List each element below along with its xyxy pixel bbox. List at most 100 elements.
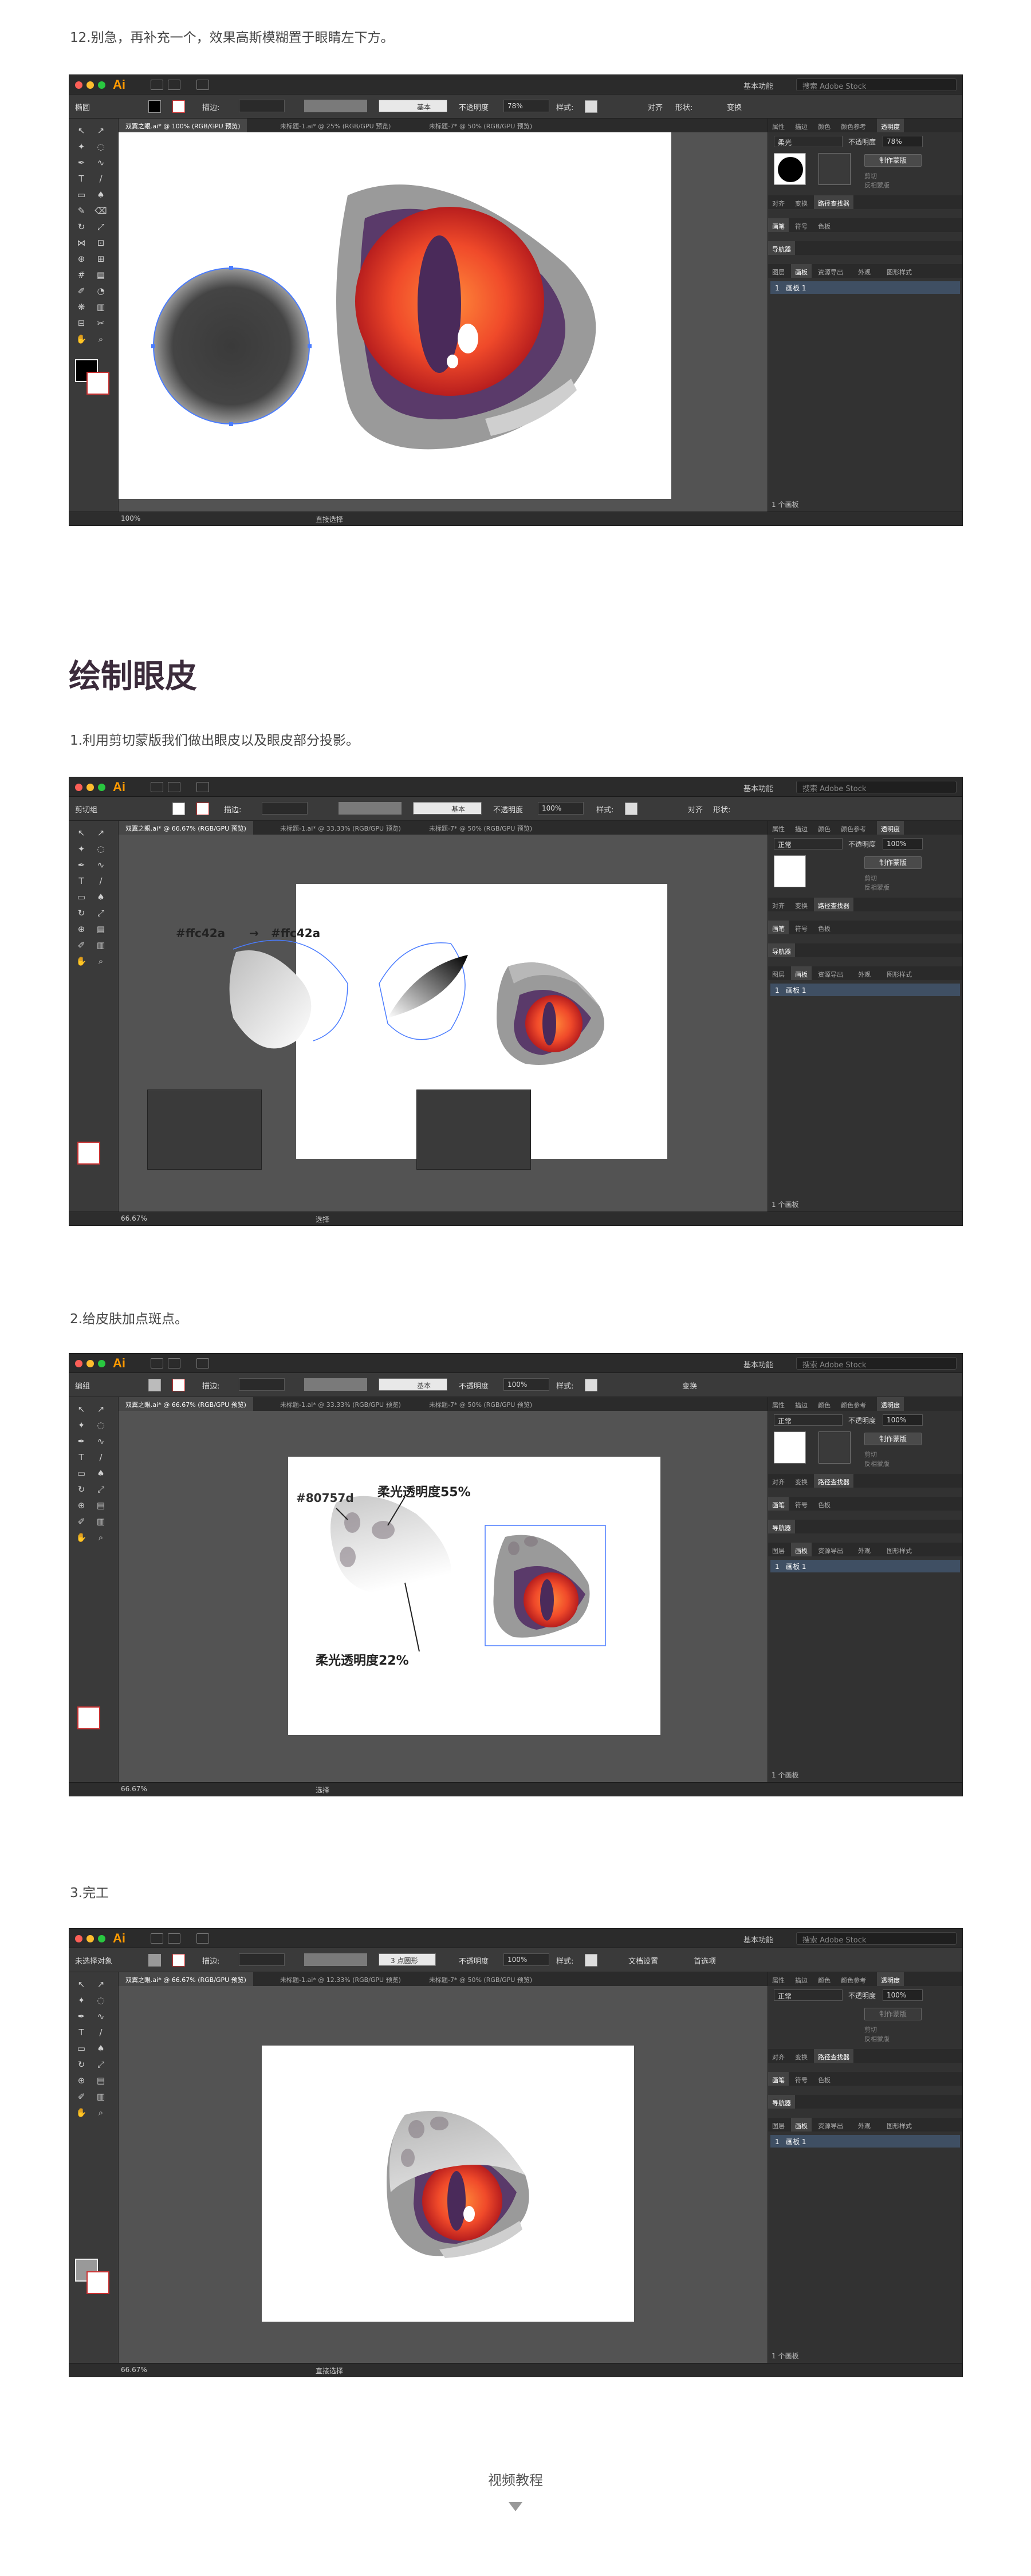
type-tool-icon[interactable]: T bbox=[75, 2026, 88, 2039]
stock-icon[interactable] bbox=[168, 1358, 180, 1368]
tab-pathfinder[interactable]: 路径查找器 bbox=[814, 2049, 853, 2063]
selection-tool-icon[interactable]: ↖ bbox=[75, 1403, 88, 1415]
artboard-row[interactable]: 1 画板 1 bbox=[770, 1560, 960, 1572]
make-mask-button[interactable]: 制作蒙版 bbox=[864, 154, 922, 167]
tab-pathfinder[interactable]: 路径查找器 bbox=[814, 1474, 853, 1488]
workspace-switcher[interactable]: 基本功能 bbox=[743, 782, 773, 793]
artboard[interactable] bbox=[119, 132, 671, 499]
stroke-weight-field[interactable] bbox=[239, 1378, 285, 1391]
tab-stroke[interactable]: 描边 bbox=[791, 119, 812, 132]
tab-align[interactable]: 对齐 bbox=[768, 195, 789, 209]
tab-asset-export[interactable]: 资源导出 bbox=[814, 1543, 847, 1556]
tab-navigator[interactable]: 导航器 bbox=[768, 2095, 795, 2109]
doc-tab-3[interactable]: 未标题-7* @ 50% (RGB/GPU 预览) bbox=[422, 1397, 539, 1411]
tab-properties[interactable]: 属性 bbox=[768, 821, 789, 835]
direct-selection-tool-icon[interactable]: ↗ bbox=[95, 124, 107, 137]
stock-icon[interactable] bbox=[168, 782, 180, 792]
clip-checkbox[interactable]: 剪切 bbox=[864, 171, 877, 180]
tab-transparency[interactable]: 透明度 bbox=[877, 1397, 904, 1411]
canvas[interactable] bbox=[119, 132, 768, 512]
blend-tool-icon[interactable]: ◔ bbox=[95, 285, 107, 297]
artboard-tool-icon[interactable]: ⊟ bbox=[75, 317, 88, 329]
anchor-point[interactable] bbox=[151, 344, 155, 348]
tab-graphic-styles[interactable]: 图形样式 bbox=[883, 966, 916, 980]
tab-navigator[interactable]: 导航器 bbox=[768, 241, 795, 255]
stroke-color-icon[interactable] bbox=[77, 1706, 100, 1729]
paintbrush-tool-icon[interactable]: ♠ bbox=[95, 891, 107, 903]
rectangle-tool-icon[interactable]: ▭ bbox=[75, 188, 88, 201]
tab-brushes[interactable]: 画笔 bbox=[768, 2072, 789, 2086]
magic-wand-tool-icon[interactable]: ✦ bbox=[75, 843, 88, 855]
style-swatch[interactable] bbox=[585, 1379, 597, 1391]
stroke-color-icon[interactable] bbox=[86, 372, 109, 395]
fill-swatch[interactable] bbox=[148, 100, 161, 113]
graph-tool-icon[interactable]: ▥ bbox=[95, 2090, 107, 2103]
doc-tab-2[interactable]: 未标题-1.ai* @ 33.33% (RGB/GPU 预览) bbox=[273, 1397, 408, 1411]
paintbrush-tool-icon[interactable]: ♠ bbox=[95, 188, 107, 201]
minimize-window-button[interactable] bbox=[86, 1360, 94, 1367]
rectangle-tool-icon[interactable]: ▭ bbox=[75, 2042, 88, 2055]
canvas[interactable] bbox=[119, 1986, 768, 2363]
tab-navigator[interactable]: 导航器 bbox=[768, 1520, 795, 1533]
tab-brushes[interactable]: 画笔 bbox=[768, 218, 789, 232]
tab-color-guide[interactable]: 颜色参考 bbox=[837, 821, 870, 835]
stroke-color-icon[interactable] bbox=[77, 1142, 100, 1165]
tab-artboards[interactable]: 画板 bbox=[791, 264, 812, 278]
transform-button[interactable]: 变换 bbox=[682, 1380, 697, 1391]
doc-tab-3[interactable]: 未标题-7* @ 50% (RGB/GPU 预览) bbox=[422, 821, 539, 835]
tab-appearance[interactable]: 外观 bbox=[854, 966, 875, 980]
gaussian-blur-circle[interactable] bbox=[154, 268, 309, 424]
tab-transform[interactable]: 变换 bbox=[791, 898, 812, 911]
line-tool-icon[interactable]: / bbox=[95, 2026, 107, 2039]
tab-appearance[interactable]: 外观 bbox=[854, 1543, 875, 1556]
tab-pathfinder[interactable]: 路径查找器 bbox=[814, 195, 853, 209]
maximize-window-button[interactable] bbox=[98, 1935, 105, 1942]
clip-checkbox[interactable]: 剪切 bbox=[864, 874, 877, 883]
close-window-button[interactable] bbox=[75, 1360, 82, 1367]
lasso-tool-icon[interactable]: ◌ bbox=[95, 1994, 107, 2007]
tab-symbols[interactable]: 符号 bbox=[791, 921, 812, 934]
tab-align[interactable]: 对齐 bbox=[768, 898, 789, 911]
anchor-point[interactable] bbox=[229, 422, 233, 426]
tab-color[interactable]: 颜色 bbox=[814, 821, 835, 835]
lasso-tool-icon[interactable]: ◌ bbox=[95, 843, 107, 855]
tab-asset-export[interactable]: 资源导出 bbox=[814, 2118, 847, 2131]
pen-tool-icon[interactable]: ✒ bbox=[75, 1435, 88, 1448]
artboard-row[interactable]: 1 画板 1 bbox=[770, 984, 960, 996]
workspace-switcher[interactable]: 基本功能 bbox=[743, 80, 773, 91]
tab-transform[interactable]: 变换 bbox=[791, 1474, 812, 1488]
stroke-weight-field[interactable] bbox=[262, 802, 308, 815]
workspace-switcher[interactable]: 基本功能 bbox=[743, 1359, 773, 1370]
tab-asset-export[interactable]: 资源导出 bbox=[814, 966, 847, 980]
tab-layers[interactable]: 图层 bbox=[768, 2118, 789, 2131]
hand-tool-icon[interactable]: ✋ bbox=[75, 2106, 88, 2119]
tab-properties[interactable]: 属性 bbox=[768, 1972, 789, 1986]
bridge-icon[interactable] bbox=[151, 80, 163, 90]
tab-transparency[interactable]: 透明度 bbox=[877, 119, 904, 132]
slice-tool-icon[interactable]: ✂ bbox=[95, 317, 107, 329]
doc-tab-1[interactable]: 双翼之眼.ai* @ 66.67% (RGB/GPU 预览) bbox=[119, 821, 253, 835]
tab-graphic-styles[interactable]: 图形样式 bbox=[883, 264, 916, 278]
minimize-window-button[interactable] bbox=[86, 784, 94, 791]
graph-tool-icon[interactable]: ▥ bbox=[95, 301, 107, 313]
tab-artboards[interactable]: 画板 bbox=[791, 1543, 812, 1556]
tab-color-guide[interactable]: 颜色参考 bbox=[837, 119, 870, 132]
bridge-icon[interactable] bbox=[151, 1933, 163, 1944]
magic-wand-tool-icon[interactable]: ✦ bbox=[75, 1994, 88, 2007]
anchor-point[interactable] bbox=[308, 344, 312, 348]
style-swatch[interactable] bbox=[625, 803, 638, 815]
artboard-row[interactable]: 1 画板 1 bbox=[770, 281, 960, 294]
brush-definition[interactable]: 基本 bbox=[379, 100, 447, 112]
tab-graphic-styles[interactable]: 图形样式 bbox=[883, 1543, 916, 1556]
eyedropper-tool-icon[interactable]: ✐ bbox=[75, 939, 88, 951]
shape-builder-tool-icon[interactable]: ⊕ bbox=[75, 253, 88, 265]
tab-appearance[interactable]: 外观 bbox=[854, 264, 875, 278]
tab-layers[interactable]: 图层 bbox=[768, 966, 789, 980]
tab-pathfinder[interactable]: 路径查找器 bbox=[814, 898, 853, 911]
hand-tool-icon[interactable]: ✋ bbox=[75, 333, 88, 345]
arrange-icon[interactable] bbox=[196, 1358, 209, 1368]
opacity-field[interactable]: 100% bbox=[538, 802, 584, 815]
invert-mask-checkbox[interactable]: 反相蒙版 bbox=[864, 180, 890, 190]
doc-tab-2[interactable]: 未标题-1.ai* @ 25% (RGB/GPU 预览) bbox=[273, 119, 398, 132]
stroke-swatch[interactable] bbox=[172, 100, 185, 113]
